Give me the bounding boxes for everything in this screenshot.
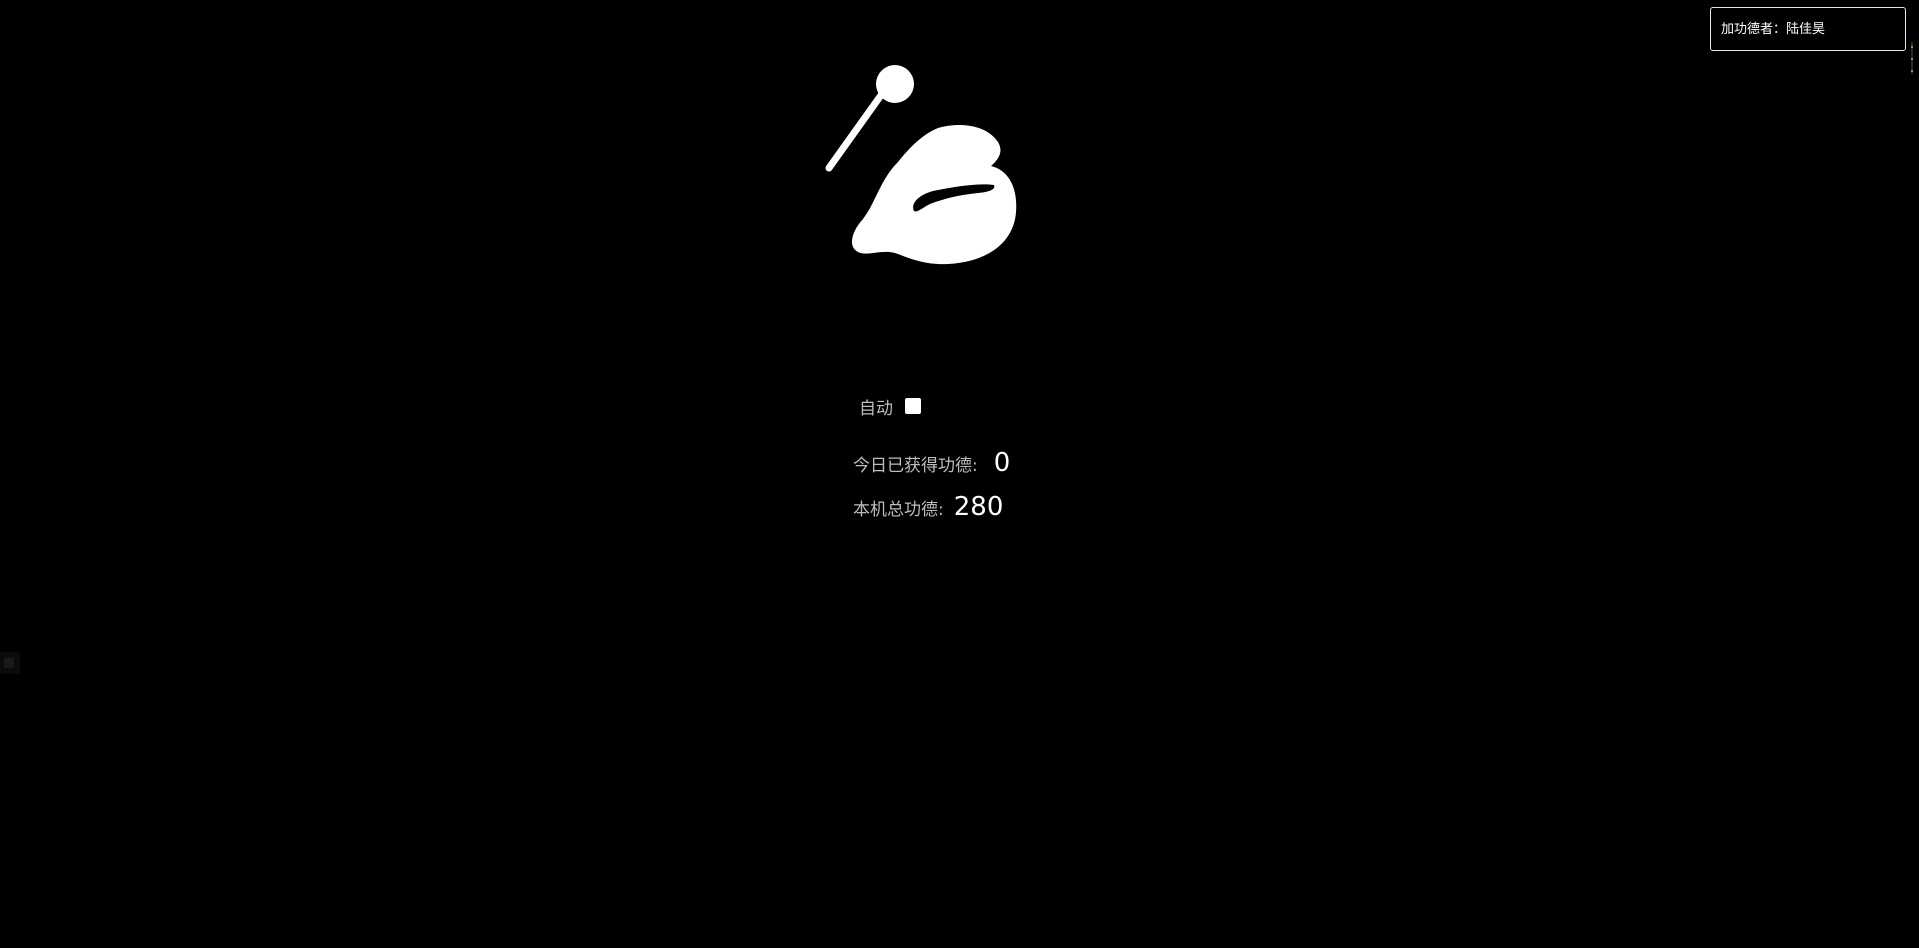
- total-merit-row: 本机总功德: 280: [853, 490, 1003, 524]
- mallet-icon: [825, 65, 914, 172]
- wooden-fish-graphic: [825, 65, 1017, 265]
- scrollbar-tick: [1911, 70, 1913, 72]
- scrollbar-tick: [1911, 58, 1913, 60]
- today-merit-row: 今日已获得功德: 0: [853, 446, 1010, 480]
- total-merit-value: 280: [953, 492, 1004, 522]
- auto-checkbox[interactable]: [905, 398, 921, 414]
- wooden-fish-icon: [851, 124, 1017, 265]
- total-merit-label: 本机总功德:: [853, 499, 944, 520]
- badge-user-name: 陆佳昊: [1786, 22, 1826, 37]
- merit-user-badge: 加功德者：陆佳昊: [1710, 7, 1906, 51]
- auto-toggle[interactable]: 自动: [859, 392, 921, 420]
- page: 加功德者：陆佳昊 自动 今日已获得功德: 0 本机总功德: 280: [0, 0, 1919, 948]
- side-toggle-icon: [4, 658, 14, 668]
- auto-label: 自动: [859, 398, 893, 419]
- scrollbar[interactable]: [1911, 42, 1913, 74]
- today-merit-value: 0: [993, 448, 1011, 478]
- today-merit-label: 今日已获得功德:: [853, 455, 978, 476]
- scrollbar-tick: [1911, 46, 1913, 48]
- badge-label: 加功德者：: [1721, 22, 1787, 37]
- wooden-fish-button[interactable]: [818, 62, 1063, 282]
- side-toggle-button[interactable]: [0, 652, 20, 674]
